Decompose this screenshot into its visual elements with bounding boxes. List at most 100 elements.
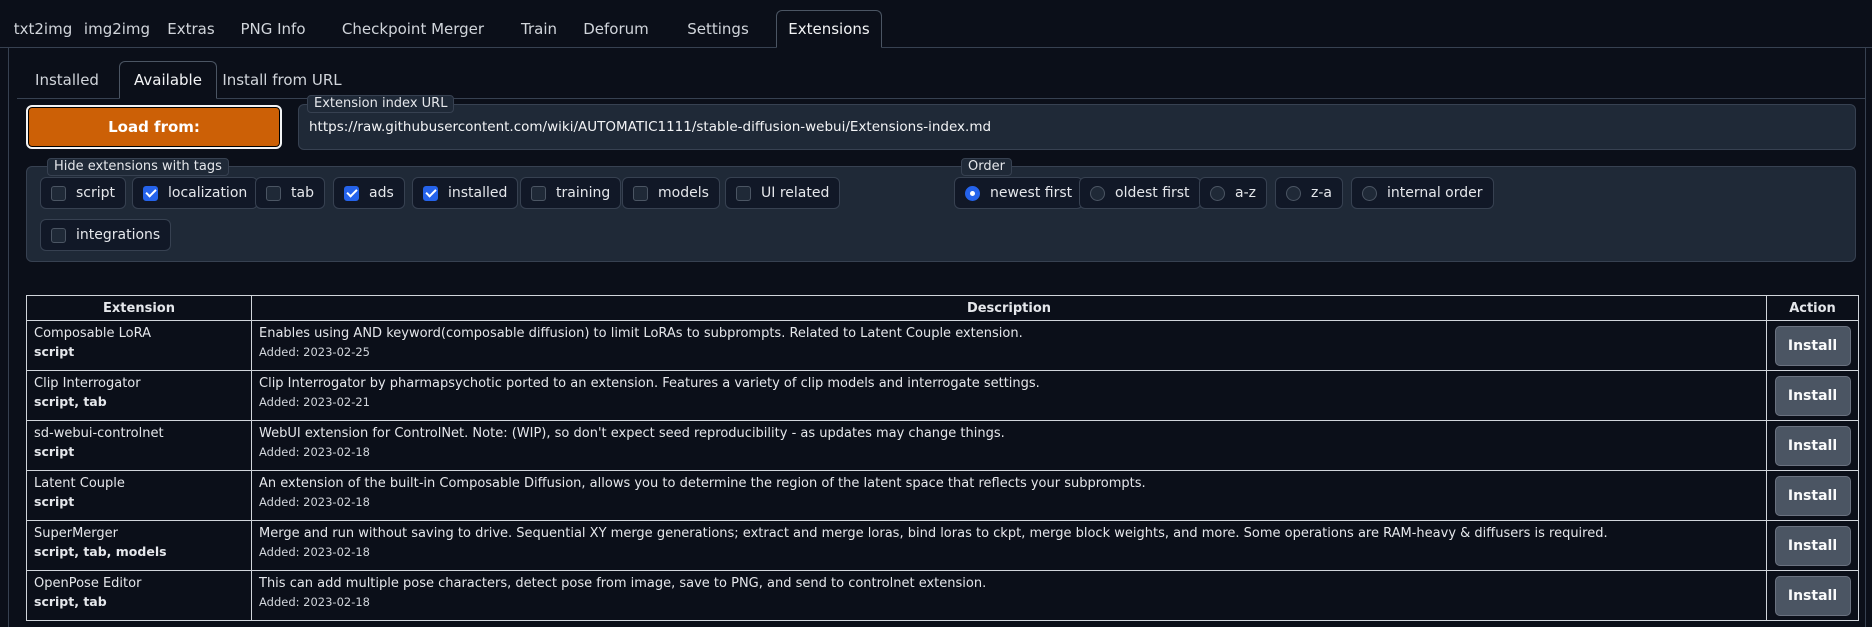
order-radio-z-a[interactable]: z-a bbox=[1275, 177, 1343, 209]
install-button[interactable]: Install bbox=[1774, 425, 1851, 466]
tab-extras[interactable]: Extras bbox=[156, 10, 226, 48]
extension-cell: Latent Couple script bbox=[26, 470, 252, 521]
order-radio-internal-order[interactable]: internal order bbox=[1351, 177, 1494, 209]
load-from-button[interactable]: Load from: bbox=[26, 105, 282, 149]
description-cell: Enables using AND keyword(composable dif… bbox=[251, 320, 1767, 371]
table-row: sd-webui-controlnet script WebUI extensi… bbox=[26, 420, 1859, 471]
table-row: OpenPose Editor script, tab This can add… bbox=[26, 570, 1859, 621]
extension-tags: script, tab bbox=[34, 394, 107, 409]
extension-tags: script, tab, models bbox=[34, 544, 167, 559]
checkbox-icon bbox=[266, 185, 281, 201]
tag-checkbox-ads[interactable]: ads bbox=[333, 177, 405, 209]
action-cell: Install bbox=[1766, 520, 1859, 571]
install-button[interactable]: Install bbox=[1774, 575, 1851, 616]
tag-checkbox-script[interactable]: script bbox=[40, 177, 127, 209]
extension-cell: sd-webui-controlnet script bbox=[26, 420, 252, 471]
table-row: Clip Interrogator script, tab Clip Inter… bbox=[26, 370, 1859, 421]
action-cell: Install bbox=[1766, 370, 1859, 421]
column-header-action: Action bbox=[1766, 295, 1859, 321]
description-cell: This can add multiple pose characters, d… bbox=[251, 570, 1767, 621]
checkbox-icon bbox=[531, 185, 546, 201]
extension-name[interactable]: Clip Interrogator bbox=[34, 376, 244, 391]
table-row: Latent Couple script An extension of the… bbox=[26, 470, 1859, 521]
description-cell: Merge and run without saving to drive. S… bbox=[251, 520, 1767, 571]
extension-description: Clip Interrogator by pharmapsychotic por… bbox=[259, 376, 1040, 391]
column-header-description: Description bbox=[251, 295, 1767, 321]
extension-name[interactable]: Latent Couple bbox=[34, 476, 244, 491]
install-button[interactable]: Install bbox=[1774, 375, 1851, 416]
tab-png-info[interactable]: PNG Info bbox=[226, 10, 320, 48]
description-cell: WebUI extension for ControlNet. Note: (W… bbox=[251, 420, 1767, 471]
extension-name[interactable]: SuperMerger bbox=[34, 526, 244, 541]
tab-installed[interactable]: Installed bbox=[17, 61, 117, 99]
description-cell: An extension of the built-in Composable … bbox=[251, 470, 1767, 521]
tab-train[interactable]: Train bbox=[506, 10, 572, 48]
checkbox-icon bbox=[736, 185, 751, 201]
extension-index-url-label: Extension index URL bbox=[307, 95, 455, 113]
extension-cell: Clip Interrogator script, tab bbox=[26, 370, 252, 421]
tab-extensions[interactable]: Extensions bbox=[776, 10, 882, 48]
top-tab-bar: txt2img img2img Extras PNG Info Checkpoi… bbox=[0, 0, 1872, 48]
checkbox-icon bbox=[51, 227, 66, 243]
tab-available[interactable]: Available bbox=[119, 61, 217, 99]
sub-tab-bar: Installed Available Install from URL bbox=[17, 56, 1865, 99]
checkbox-checked-icon bbox=[143, 185, 158, 201]
tab-img2img[interactable]: img2img bbox=[78, 10, 156, 48]
extension-description: WebUI extension for ControlNet. Note: (W… bbox=[259, 426, 1005, 441]
tab-settings[interactable]: Settings bbox=[660, 10, 776, 48]
install-button[interactable]: Install bbox=[1774, 475, 1851, 516]
tab-install-from-url[interactable]: Install from URL bbox=[219, 61, 345, 99]
table-row: Composable LoRA script Enables using AND… bbox=[26, 320, 1859, 371]
tag-checkbox-training[interactable]: training bbox=[520, 177, 622, 209]
order-radio-newest-first[interactable]: newest first bbox=[954, 177, 1084, 209]
order-radio-a-z[interactable]: a-z bbox=[1199, 177, 1267, 209]
order-label: Order bbox=[961, 158, 1012, 176]
tab-txt2img[interactable]: txt2img bbox=[8, 10, 78, 48]
extension-name[interactable]: OpenPose Editor bbox=[34, 576, 244, 591]
filter-options: Hide extensions with tags script localiz… bbox=[26, 158, 1856, 262]
checkbox-icon bbox=[51, 185, 66, 201]
radio-selected-icon bbox=[965, 185, 980, 201]
action-cell: Install bbox=[1766, 420, 1859, 471]
description-cell: Clip Interrogator by pharmapsychotic por… bbox=[251, 370, 1767, 421]
radio-icon bbox=[1362, 185, 1377, 201]
tag-checkbox-installed[interactable]: installed bbox=[412, 177, 519, 209]
added-date: Added: 2023-02-18 bbox=[259, 445, 371, 459]
install-button[interactable]: Install bbox=[1774, 325, 1851, 366]
extension-name[interactable]: sd-webui-controlnet bbox=[34, 426, 244, 441]
extension-tags: script bbox=[34, 444, 75, 459]
extension-index-url-input[interactable]: https://raw.githubusercontent.com/wiki/A… bbox=[309, 119, 991, 135]
column-header-extension: Extension bbox=[26, 295, 252, 321]
checkbox-checked-icon bbox=[423, 185, 438, 201]
added-date: Added: 2023-02-21 bbox=[259, 395, 371, 409]
extensions-table: Extension Description Action Composable … bbox=[26, 295, 1859, 621]
install-button[interactable]: Install bbox=[1774, 525, 1851, 566]
tab-deforum[interactable]: Deforum bbox=[572, 10, 660, 48]
extension-description: Merge and run without saving to drive. S… bbox=[259, 526, 1608, 541]
action-cell: Install bbox=[1766, 570, 1859, 621]
added-date: Added: 2023-02-18 bbox=[259, 545, 371, 559]
order-radio-oldest-first[interactable]: oldest first bbox=[1079, 177, 1201, 209]
table-row: SuperMerger script, tab, models Merge an… bbox=[26, 520, 1859, 571]
tag-checkbox-localization[interactable]: localization bbox=[132, 177, 259, 209]
extension-name[interactable]: Composable LoRA bbox=[34, 326, 244, 341]
radio-icon bbox=[1286, 185, 1301, 201]
tab-checkpoint-merger[interactable]: Checkpoint Merger bbox=[320, 10, 506, 48]
action-cell: Install bbox=[1766, 320, 1859, 371]
action-cell: Install bbox=[1766, 470, 1859, 521]
extension-description: An extension of the built-in Composable … bbox=[259, 476, 1146, 491]
extension-tags: script bbox=[34, 344, 75, 359]
checkbox-icon bbox=[633, 185, 648, 201]
extension-tags: script bbox=[34, 494, 75, 509]
extension-index-url-field[interactable]: Extension index URL https://raw.githubus… bbox=[298, 95, 1856, 150]
tag-checkbox-tab[interactable]: tab bbox=[255, 177, 325, 209]
tag-checkbox-ui-related[interactable]: UI related bbox=[725, 177, 841, 209]
checkbox-checked-icon bbox=[344, 185, 359, 201]
table-header-row: Extension Description Action bbox=[26, 295, 1859, 321]
added-date: Added: 2023-02-25 bbox=[259, 345, 371, 359]
extension-cell: SuperMerger script, tab, models bbox=[26, 520, 252, 571]
tag-checkbox-integrations[interactable]: integrations bbox=[40, 219, 172, 251]
extension-cell: OpenPose Editor script, tab bbox=[26, 570, 252, 621]
tag-checkbox-models[interactable]: models bbox=[622, 177, 720, 209]
added-date: Added: 2023-02-18 bbox=[259, 595, 371, 609]
